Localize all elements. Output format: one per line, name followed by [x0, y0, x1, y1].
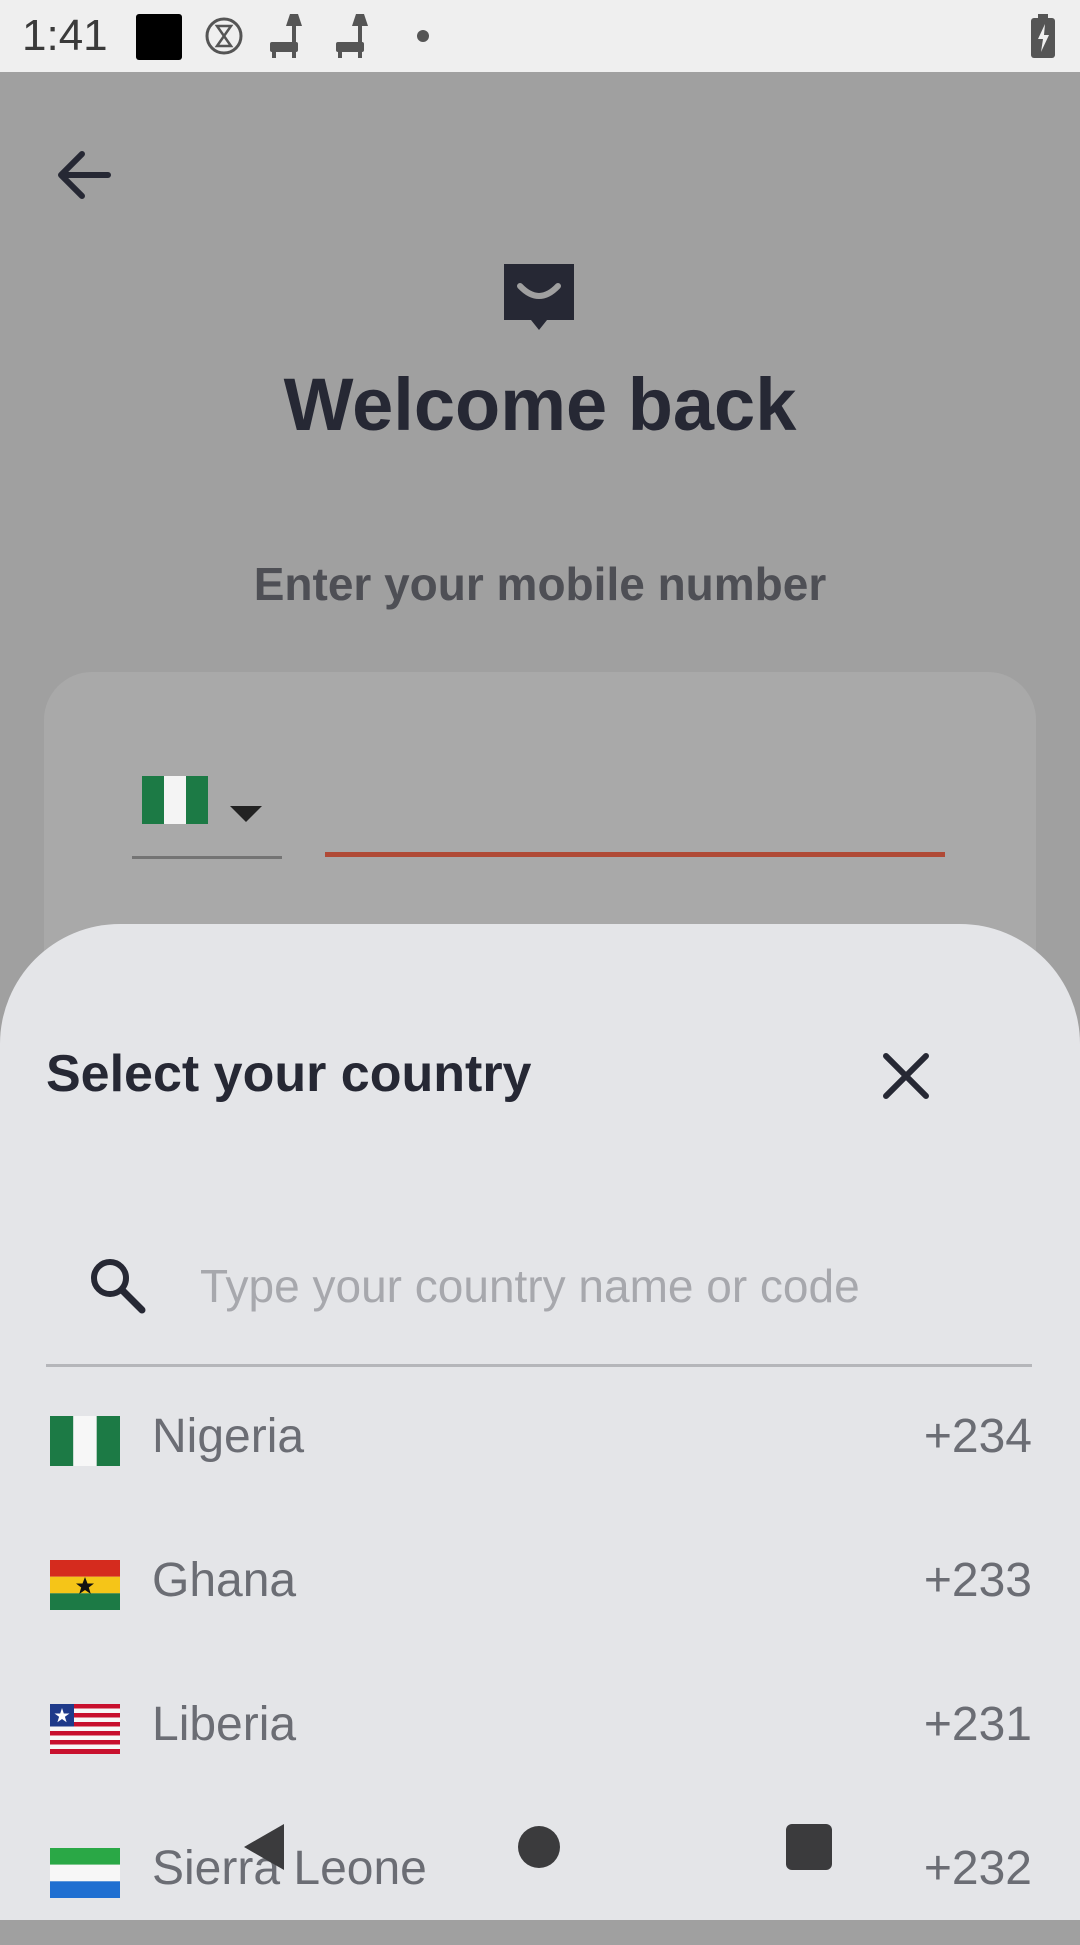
country-name: Nigeria	[152, 1410, 305, 1463]
country-item-sierra-leone[interactable]: Sierra Leone +232	[0, 1801, 1080, 1945]
sierra-leone-flag-icon	[50, 1848, 120, 1898]
status-bar: 1:41	[0, 0, 1080, 72]
country-select-sheet: Select your country Nigeria +234 Ghana +…	[0, 924, 1080, 1920]
country-name: Liberia	[152, 1698, 297, 1751]
country-item-ghana[interactable]: Ghana +233	[0, 1513, 1080, 1657]
status-time: 1:41	[22, 11, 108, 60]
liberia-flag-icon	[50, 1704, 120, 1754]
close-icon[interactable]	[876, 1046, 936, 1106]
back-triangle-icon[interactable]	[240, 1822, 288, 1877]
page-title: Welcome back	[283, 363, 797, 446]
search-underline	[46, 1364, 1032, 1367]
back-arrow-icon[interactable]	[50, 140, 120, 210]
dial-code: +231	[923, 1698, 1032, 1751]
chevron-down-icon	[230, 806, 262, 822]
nigeria-flag-icon	[50, 1416, 120, 1466]
dial-code: +234	[923, 1410, 1032, 1463]
home-circle-icon[interactable]	[518, 1826, 560, 1868]
phone-number-input[interactable]	[325, 852, 945, 857]
country-picker[interactable]	[132, 772, 282, 859]
square-icon	[136, 14, 182, 65]
country-item-liberia[interactable]: Liberia +231	[0, 1657, 1080, 1801]
country-name: Sierra Leone	[152, 1842, 427, 1895]
ghana-flag-icon	[50, 1560, 120, 1610]
country-search-input[interactable]	[200, 1246, 1000, 1326]
app-logo-icon	[502, 262, 576, 336]
battery-charging-icon	[1030, 14, 1056, 63]
nigeria-flag-icon	[142, 776, 208, 829]
country-name: Ghana	[152, 1554, 297, 1607]
page-subtitle: Enter your mobile number	[253, 558, 827, 610]
lamp-icon	[268, 12, 312, 65]
lamp-icon	[334, 12, 378, 65]
dial-code: +233	[923, 1554, 1032, 1607]
dot-icon	[416, 29, 430, 48]
country-item-nigeria[interactable]: Nigeria +234	[0, 1369, 1080, 1513]
dial-code: +232	[923, 1842, 1032, 1895]
hourglass-icon	[204, 16, 244, 61]
sheet-title: Select your country	[46, 1045, 532, 1103]
search-icon	[86, 1254, 150, 1318]
recents-square-icon[interactable]	[786, 1824, 832, 1870]
